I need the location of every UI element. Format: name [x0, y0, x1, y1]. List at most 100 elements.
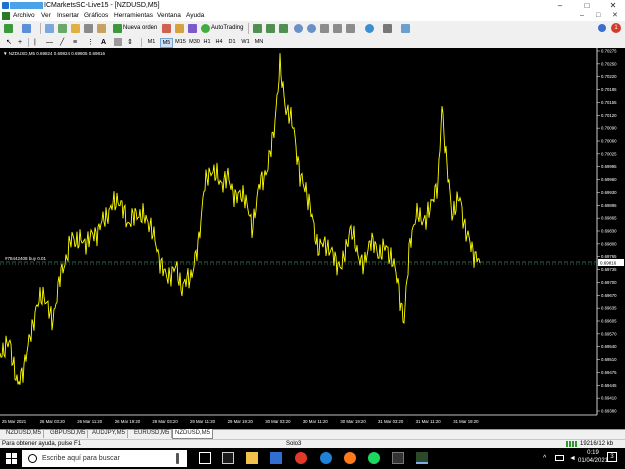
time-axis-label: 25 Mar 2021: [2, 419, 27, 424]
profiles-icon[interactable]: [22, 24, 31, 33]
timeframe-d1[interactable]: D1: [227, 38, 237, 47]
minimize-button[interactable]: –: [547, 0, 573, 11]
doc-close-button[interactable]: ✕: [612, 11, 618, 21]
app-taskbar-icon[interactable]: [222, 452, 234, 464]
price-axis-label: 0.70090: [601, 126, 617, 131]
label-tool-icon[interactable]: [114, 38, 122, 46]
timeframe-h4[interactable]: H4: [214, 38, 224, 47]
taskbar-time[interactable]: 0:19: [578, 450, 608, 457]
spotify-icon[interactable]: [368, 452, 380, 464]
alerts-badge[interactable]: 1: [611, 23, 621, 33]
new-order-button[interactable]: Nueva orden: [123, 23, 157, 34]
price-axis-label: 0.70155: [601, 100, 617, 105]
trendline-icon[interactable]: ╱: [60, 38, 64, 47]
timeframe-m30[interactable]: M30: [188, 38, 201, 47]
navigator-icon[interactable]: [71, 24, 80, 33]
horizontal-line-icon[interactable]: —: [46, 38, 53, 47]
timeframe-m1[interactable]: M1: [146, 38, 157, 47]
tab-nzdusd-1[interactable]: NZDUSD,M5: [4, 429, 45, 438]
new-order-icon[interactable]: [113, 24, 122, 33]
toolbar-separator: [40, 23, 41, 34]
price-axis-label: 0.70220: [601, 74, 617, 79]
menu-graficos[interactable]: Gráficos: [84, 11, 108, 21]
windows-start-icon[interactable]: [6, 453, 17, 464]
current-price-label: 0.69816: [600, 261, 617, 266]
indicators-icon[interactable]: [365, 24, 374, 33]
menu-herramientas[interactable]: Herramientas: [114, 11, 153, 21]
price-axis-label: 0.69475: [601, 370, 617, 375]
time-axis-label: 26 Mar 03:20: [40, 419, 66, 424]
autotrading-button[interactable]: AutoTrading: [211, 23, 243, 34]
microphone-icon[interactable]: [176, 453, 179, 464]
zoom-out-icon[interactable]: [307, 24, 316, 33]
vertical-line-icon[interactable]: |: [34, 38, 36, 47]
doc-minimize-button[interactable]: –: [580, 11, 584, 21]
chart-info-header: ▼ NZDUSD,M5 0.69824 0.69824 0.69805 0.69…: [3, 51, 106, 56]
tab-nzdusd-active[interactable]: NZDUSD,M5: [172, 429, 214, 439]
price-axis-label: 0.69540: [601, 344, 617, 349]
templates-icon[interactable]: [401, 24, 410, 33]
price-axis-label: 0.69635: [601, 306, 617, 311]
terminal-icon[interactable]: [84, 24, 93, 33]
line-chart-icon[interactable]: [279, 24, 288, 33]
timeframe-h1[interactable]: H1: [202, 38, 212, 47]
window-title: ICMarketsSC-Live15 - [NZDUSD,M5]: [44, 2, 160, 9]
chart-shift-icon[interactable]: [333, 24, 342, 33]
signals-icon[interactable]: [188, 24, 197, 33]
doc-restore-button[interactable]: □: [596, 11, 600, 21]
menu-ayuda[interactable]: Ayuda: [186, 11, 204, 21]
fibonacci-icon[interactable]: ⋮: [87, 38, 94, 47]
price-chart[interactable]: 0.70275 0.70250 0.70220 0.70185 0.70155 0.701…: [0, 48, 625, 429]
timeframe-m5[interactable]: M5: [160, 38, 173, 48]
text-tool-icon[interactable]: A: [101, 38, 106, 47]
menu-ventana[interactable]: Ventana: [157, 11, 181, 21]
price-axis-label: 0.69605: [601, 319, 617, 324]
store-icon[interactable]: [270, 452, 282, 464]
arrows-icon[interactable]: ⇕: [127, 38, 133, 47]
price-axis-label: 0.70060: [601, 139, 617, 144]
cursor-icon[interactable]: ↖: [6, 38, 12, 47]
terminal-app-icon[interactable]: [392, 452, 404, 464]
crosshair-icon[interactable]: +: [18, 38, 22, 47]
task-view-icon[interactable]: [199, 452, 211, 464]
candlestick-icon[interactable]: [266, 24, 275, 33]
metatrader-taskbar-icon[interactable]: [416, 452, 428, 464]
channel-icon[interactable]: ≡: [73, 38, 77, 47]
new-chart-icon[interactable]: [4, 24, 13, 33]
firefox-icon[interactable]: [344, 452, 356, 464]
zoom-in-icon[interactable]: [294, 24, 303, 33]
tray-chevron-icon[interactable]: ^: [543, 454, 546, 463]
restore-button[interactable]: □: [574, 0, 600, 11]
data-window-icon[interactable]: [58, 24, 67, 33]
chart-window-icon[interactable]: [2, 12, 10, 20]
file-explorer-icon[interactable]: [246, 452, 258, 464]
edge-icon[interactable]: [320, 452, 332, 464]
menu-archivo[interactable]: Archivo: [13, 11, 35, 21]
timeframe-w1[interactable]: W1: [240, 38, 251, 47]
timeframe-mn[interactable]: MN: [253, 38, 265, 47]
status-help-text: Para obtener ayuda, pulse F1: [2, 441, 82, 447]
strategy-tester-icon[interactable]: [97, 24, 106, 33]
price-axis-label: 0.69670: [601, 293, 617, 298]
metaeditor-icon[interactable]: [162, 24, 171, 33]
close-button[interactable]: ✕: [600, 0, 625, 11]
menu-ver[interactable]: Ver: [41, 11, 51, 21]
menu-insertar[interactable]: Insertar: [57, 11, 79, 21]
market-watch-icon[interactable]: [45, 24, 54, 33]
search-icon[interactable]: [598, 24, 606, 32]
periods-icon[interactable]: [383, 24, 392, 33]
tab-audjpy[interactable]: AUDJPY,M5: [90, 429, 128, 438]
tab-eurusd[interactable]: EURUSD,M5: [132, 429, 173, 438]
timeframe-m15[interactable]: M15: [174, 38, 187, 47]
price-axis-label: 0.69765: [601, 254, 617, 259]
market-icon[interactable]: [175, 24, 184, 33]
opera-icon[interactable]: [295, 452, 307, 464]
tile-windows-icon[interactable]: [320, 24, 329, 33]
bar-chart-icon[interactable]: [253, 24, 262, 33]
autoscroll-icon[interactable]: [346, 24, 355, 33]
price-axis-label: 0.69410: [601, 396, 617, 401]
autotrading-icon[interactable]: [201, 24, 210, 33]
notifications-icon[interactable]: 3: [607, 452, 617, 462]
network-icon[interactable]: [555, 455, 564, 461]
tab-gbpusd[interactable]: GBPUSD,M5: [48, 429, 89, 438]
